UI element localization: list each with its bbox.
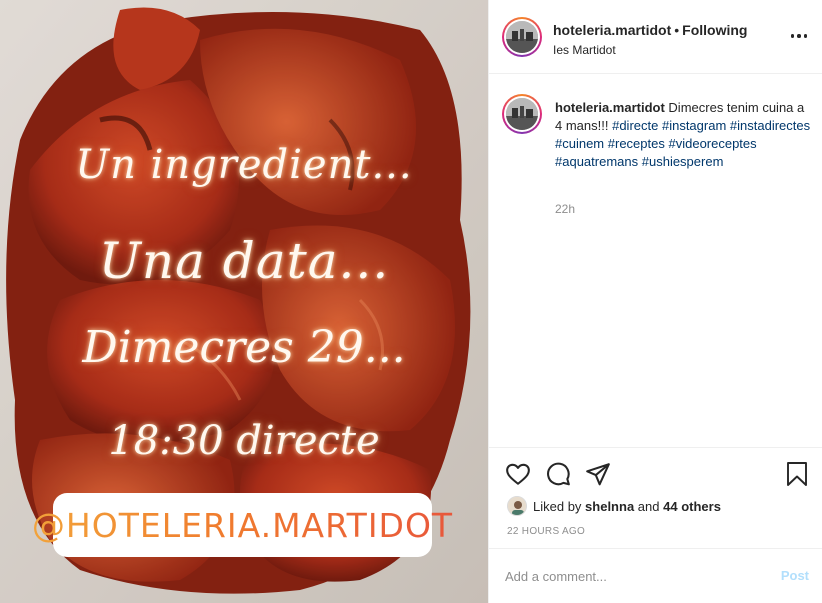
caption-age[interactable]: 22h [555, 202, 575, 216]
liked-by-prefix: Liked by [533, 498, 582, 514]
hashtag-link[interactable]: #receptes [608, 136, 665, 151]
author-username[interactable]: hoteleria.martidot [553, 22, 671, 38]
post-image[interactable]: Un ingredient... Una data... Dimecres 29… [0, 0, 488, 603]
liked-by-others[interactable]: 44 others [663, 499, 721, 514]
overlay-line-time: 18:30 directe [108, 418, 380, 464]
post-comment-button[interactable]: Post [781, 568, 809, 583]
hashtag-link[interactable]: #instadirectes [730, 118, 810, 133]
post-sidebar: hoteleria.martidot • Following Ies Martido… [488, 0, 822, 603]
share-icon[interactable] [585, 461, 611, 487]
overlay-line-data: Una data... [98, 232, 390, 290]
post-timestamp[interactable]: 22 HOURS AGO [507, 526, 585, 537]
hashtag-link[interactable]: #videoreceptes [668, 136, 756, 151]
overlay-handle-text: @HOTELERIA.MARTIDOT [31, 505, 454, 545]
comment-input[interactable] [505, 566, 745, 586]
liker-avatar[interactable] [507, 496, 527, 516]
comment-icon[interactable] [545, 461, 571, 487]
heart-icon[interactable] [505, 461, 531, 487]
more-options-icon[interactable] [789, 26, 809, 46]
liked-by-and: and [637, 498, 660, 514]
hashtag-link[interactable]: #aquatremans [555, 154, 638, 169]
person-avatar-icon [508, 497, 526, 515]
overlay-line-date: Dimecres 29... [82, 322, 406, 373]
header-separator: • [674, 22, 680, 38]
post-location[interactable]: Ies Martidot [553, 43, 747, 57]
hashtag-link[interactable]: #instagram [662, 118, 726, 133]
building-photo-icon [506, 98, 538, 130]
likes-summary: Liked by shelnna and 44 others [507, 496, 721, 516]
hashtag-link[interactable]: #ushiesperem [642, 154, 724, 169]
overlay-handle-sticker: @HOTELERIA.MARTIDOT [32, 493, 452, 557]
caption-text: hoteleria.martidot Dimecres tenim cuina … [555, 99, 813, 171]
building-photo-icon [506, 21, 538, 53]
comment-bar: Post [489, 548, 822, 603]
hashtag-link[interactable]: #directe [612, 118, 658, 133]
hashtag-link[interactable]: #cuinem [555, 136, 604, 151]
author-avatar[interactable] [502, 17, 542, 57]
caption-section: hoteleria.martidot Dimecres tenim cuina … [489, 74, 822, 446]
caption-username[interactable]: hoteleria.martidot [555, 100, 665, 115]
liked-by-user[interactable]: shelnna [585, 499, 634, 514]
caption-author-avatar[interactable] [502, 94, 542, 134]
overlay-line-ingredient: Un ingredient... [75, 142, 413, 188]
post-header: hoteleria.martidot • Following Ies Martido… [489, 0, 822, 74]
bookmark-icon[interactable] [785, 461, 809, 487]
following-button[interactable]: Following [682, 22, 747, 38]
